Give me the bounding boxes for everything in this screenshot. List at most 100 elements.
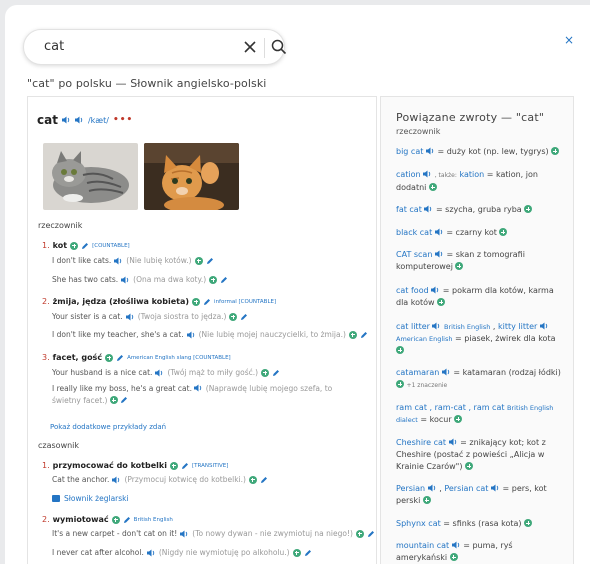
speaker-icon[interactable] xyxy=(434,250,444,258)
grammar-tag: British English xyxy=(133,516,173,523)
add-icon[interactable] xyxy=(524,519,533,527)
add-icon[interactable] xyxy=(105,353,114,362)
related-term-alt[interactable]: kitty litter xyxy=(498,322,537,331)
specialized-dictionary-link[interactable]: Słownik żeglarski xyxy=(52,494,129,503)
add-icon[interactable] xyxy=(455,262,464,270)
add-icon[interactable] xyxy=(422,496,431,504)
edit-icon[interactable] xyxy=(123,516,131,524)
related-term[interactable]: cat litter xyxy=(396,322,430,331)
speaker-icon[interactable] xyxy=(114,257,123,265)
speaker-icon[interactable] xyxy=(441,368,451,376)
add-icon[interactable] xyxy=(192,297,201,306)
speaker-icon[interactable] xyxy=(451,541,461,549)
more-examples-link[interactable]: Pokaż dodatkowe przykłady zdań xyxy=(50,423,166,431)
add-icon[interactable] xyxy=(449,553,458,561)
speaker-icon[interactable] xyxy=(155,369,164,377)
add-icon[interactable] xyxy=(454,415,463,423)
add-icon[interactable] xyxy=(396,346,404,354)
related-term[interactable]: big cat xyxy=(396,147,423,156)
more-meanings[interactable]: +1 znaczenie xyxy=(407,382,448,389)
edit-icon[interactable] xyxy=(220,276,228,284)
orange-kitten-photo[interactable] xyxy=(144,143,239,210)
speaker-icon[interactable] xyxy=(125,313,135,321)
sense-word: wymiotować xyxy=(52,515,109,524)
speaker-icon[interactable] xyxy=(424,205,433,213)
related-item: cat litter British English , kitty litte… xyxy=(396,321,566,357)
add-icon[interactable] xyxy=(169,461,178,470)
add-icon[interactable] xyxy=(248,475,257,484)
add-icon[interactable] xyxy=(524,205,533,213)
related-term[interactable]: cation xyxy=(396,170,421,179)
related-term[interactable]: mountain cat xyxy=(396,541,449,550)
tabby-cat-photo[interactable] xyxy=(43,143,138,210)
speaker-icon[interactable] xyxy=(61,116,71,124)
related-term[interactable]: Persian xyxy=(396,484,425,493)
more-options-icon[interactable]: ••• xyxy=(113,115,133,125)
related-term-alt[interactable]: kation xyxy=(459,170,484,179)
edit-icon[interactable] xyxy=(260,476,268,484)
add-icon[interactable] xyxy=(111,515,120,524)
book-label: Słownik żeglarski xyxy=(64,494,129,503)
add-icon[interactable] xyxy=(109,396,118,404)
speaker-icon[interactable] xyxy=(425,147,435,155)
add-icon[interactable] xyxy=(194,256,203,265)
add-icon[interactable] xyxy=(70,241,79,250)
edit-icon[interactable] xyxy=(181,462,189,470)
related-term-alt[interactable]: Persian cat xyxy=(444,484,488,493)
add-icon[interactable] xyxy=(499,228,508,236)
speaker-icon[interactable] xyxy=(434,228,444,236)
add-icon[interactable] xyxy=(465,462,474,470)
speaker-icon[interactable] xyxy=(194,384,203,392)
add-icon[interactable] xyxy=(355,529,364,538)
example-pl: (Nigdy nie wymiotuję po alkoholu.) xyxy=(158,548,290,557)
edit-icon[interactable] xyxy=(304,549,312,557)
related-item: fat cat = szycha, gruba ryba xyxy=(396,204,566,216)
related-term[interactable]: Sphynx cat xyxy=(396,519,441,528)
add-icon[interactable] xyxy=(292,548,301,557)
related-term[interactable]: CAT scan xyxy=(396,250,432,259)
speaker-icon[interactable] xyxy=(146,549,156,557)
speaker-icon[interactable] xyxy=(121,276,130,284)
edit-icon[interactable] xyxy=(240,313,248,321)
clear-icon[interactable] xyxy=(240,37,260,57)
edit-icon[interactable] xyxy=(203,298,211,306)
edit-icon[interactable] xyxy=(81,242,89,250)
speaker-icon[interactable] xyxy=(448,438,458,446)
example-sentence: I don't like my teacher, she's a cat. (N… xyxy=(52,330,368,339)
edit-icon[interactable] xyxy=(360,331,368,339)
related-term[interactable]: black cat xyxy=(396,228,432,237)
related-term[interactable]: Cheshire cat xyxy=(396,438,446,447)
add-icon[interactable] xyxy=(428,183,437,191)
edit-icon[interactable] xyxy=(120,396,128,404)
speaker-icon[interactable] xyxy=(432,322,441,330)
search-input[interactable] xyxy=(44,39,224,54)
add-icon[interactable] xyxy=(396,380,404,388)
add-icon[interactable] xyxy=(261,368,270,377)
close-icon[interactable]: × xyxy=(564,33,574,47)
speaker-icon[interactable] xyxy=(180,530,189,538)
speaker-icon[interactable] xyxy=(112,476,121,484)
search-icon[interactable] xyxy=(270,38,288,56)
related-term[interactable]: ram cat , ram-cat , ram cat xyxy=(396,403,505,412)
add-icon[interactable] xyxy=(348,330,357,339)
sense-number: 2. xyxy=(42,297,50,306)
add-icon[interactable] xyxy=(229,312,238,321)
add-icon[interactable] xyxy=(209,275,218,284)
edit-icon[interactable] xyxy=(272,369,280,377)
related-item: mountain cat = puma, ryś amerykański xyxy=(396,540,566,564)
speaker-icon[interactable] xyxy=(186,331,196,339)
speaker-icon[interactable] xyxy=(427,484,437,492)
edit-icon[interactable] xyxy=(116,354,124,362)
related-term[interactable]: cat food xyxy=(396,286,429,295)
edit-icon[interactable] xyxy=(367,530,375,538)
speaker-icon[interactable] xyxy=(423,170,432,178)
speaker-icon[interactable] xyxy=(539,322,549,330)
speaker-icon[interactable] xyxy=(490,484,500,492)
related-term[interactable]: catamaran xyxy=(396,368,439,377)
speaker-icon[interactable] xyxy=(431,286,440,294)
add-icon[interactable] xyxy=(551,147,560,155)
add-icon[interactable] xyxy=(437,298,446,306)
edit-icon[interactable] xyxy=(206,257,214,265)
related-term[interactable]: fat cat xyxy=(396,205,422,214)
speaker-icon[interactable] xyxy=(74,116,84,124)
